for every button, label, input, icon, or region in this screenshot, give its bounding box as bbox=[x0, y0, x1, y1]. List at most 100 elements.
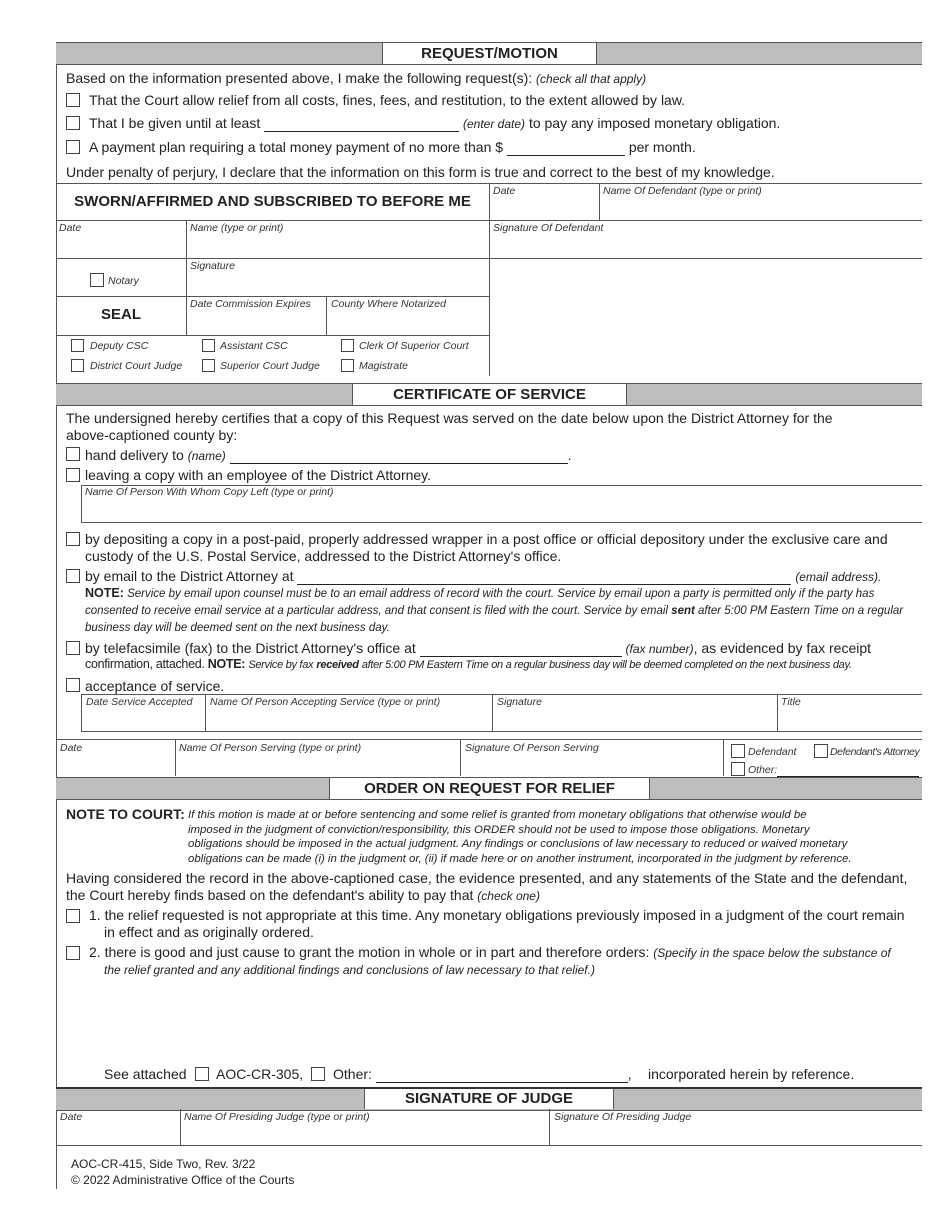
request-intro: Based on the information presented above… bbox=[66, 70, 646, 86]
checkbox-serving-defendant[interactable] bbox=[731, 744, 745, 758]
email-address-field[interactable] bbox=[297, 568, 792, 585]
checkbox-depositing[interactable] bbox=[66, 532, 80, 546]
relief-details-area[interactable] bbox=[104, 982, 914, 1062]
having-considered-line2: the Court hereby finds based on the defe… bbox=[66, 887, 540, 903]
judge-name-label: Name Of Presiding Judge (type or print) bbox=[184, 1111, 370, 1123]
divider bbox=[81, 694, 82, 731]
payment-plan-text: A payment plan requiring a total money p… bbox=[89, 139, 504, 155]
perjury-declaration: Under penalty of perjury, I declare that… bbox=[66, 164, 775, 180]
checkbox-payment-plan[interactable] bbox=[66, 140, 80, 154]
divider bbox=[81, 522, 922, 523]
checkbox-magistrate[interactable] bbox=[341, 359, 354, 372]
defendant-name-field[interactable] bbox=[600, 197, 920, 219]
email-row: by email to the District Attorney at (em… bbox=[85, 568, 881, 585]
checkbox-clerk-superior-court[interactable] bbox=[341, 339, 354, 352]
checkbox-attached-other[interactable] bbox=[311, 1067, 325, 1081]
hand-delivery-row: hand delivery to (name) . bbox=[85, 447, 572, 464]
option-2-hint: (Specify in the space below the substanc… bbox=[653, 946, 891, 960]
judge-name-field[interactable] bbox=[181, 1124, 548, 1144]
copy-left-label: Name Of Person With Whom Copy Left (type… bbox=[85, 486, 334, 498]
enter-date-field[interactable] bbox=[264, 115, 460, 132]
note-to-court-text: If this motion is made at or before sent… bbox=[188, 808, 852, 866]
incorporated-text: incorporated herein by reference. bbox=[648, 1066, 855, 1082]
serving-role-other: Other: bbox=[748, 764, 920, 777]
given-until-after-text: to pay any imposed monetary obligation. bbox=[528, 115, 781, 131]
checkbox-deputy-csc[interactable] bbox=[71, 339, 84, 352]
monthly-amount-field[interactable] bbox=[506, 139, 625, 156]
judge-signature-field[interactable] bbox=[550, 1124, 920, 1144]
checkbox-district-court-judge[interactable] bbox=[71, 359, 84, 372]
checkbox-serving-defendants-attorney[interactable] bbox=[814, 744, 828, 758]
option-2-text: 2. there is good and just cause to grant… bbox=[89, 944, 650, 960]
checkbox-hand-delivery[interactable] bbox=[66, 447, 80, 461]
divider bbox=[460, 739, 461, 776]
aoc-cr-305-label: AOC-CR-305, bbox=[216, 1066, 304, 1082]
note-line: obligations can be made (i) in the judgm… bbox=[188, 852, 852, 865]
divider bbox=[81, 694, 922, 695]
checkbox-given-until-date[interactable] bbox=[66, 116, 80, 130]
accept-date-label: Date Service Accepted bbox=[86, 696, 193, 708]
defendant-signature-field[interactable] bbox=[490, 236, 920, 258]
divider bbox=[56, 739, 922, 740]
leaving-copy-text: leaving a copy with an employee of the D… bbox=[85, 467, 432, 483]
checkbox-relief-all-costs[interactable] bbox=[66, 93, 80, 107]
checkbox-assistant-csc[interactable] bbox=[202, 339, 215, 352]
order-option-2-line1: 2. there is good and just cause to grant… bbox=[89, 944, 891, 960]
serving-other-label: Other: bbox=[748, 764, 778, 776]
fax-note-text-2: after 5:00 PM Eastern Time on a regular … bbox=[361, 659, 852, 671]
role-magistrate: Magistrate bbox=[359, 360, 409, 372]
given-until-text: That I be given until at least bbox=[89, 115, 261, 131]
sworn-date-label: Date bbox=[59, 222, 82, 234]
defendant-date-label: Date bbox=[493, 185, 516, 197]
sworn-title: SWORN/AFFIRMED AND SUBSCRIBED TO BEFORE … bbox=[74, 193, 471, 210]
divider bbox=[492, 694, 493, 731]
divider bbox=[56, 258, 922, 259]
note-to-court-label: NOTE TO COURT: bbox=[66, 806, 185, 822]
commission-expires-label: Date Commission Expires bbox=[190, 298, 311, 310]
copyright: © 2022 Administrative Office of the Cour… bbox=[71, 1173, 295, 1187]
judge-title: SIGNATURE OF JUDGE bbox=[364, 1089, 614, 1109]
checkbox-order-option-1[interactable] bbox=[66, 909, 80, 923]
sworn-signature-label: Signature bbox=[190, 260, 235, 272]
defendant-signature-label: Signature Of Defendant bbox=[493, 222, 604, 234]
checkbox-leaving-copy[interactable] bbox=[66, 468, 80, 482]
email-hint: (email address). bbox=[795, 570, 882, 584]
serving-name-label: Name Of Person Serving (type or print) bbox=[179, 742, 362, 754]
see-attached-text: See attached bbox=[104, 1066, 187, 1082]
having-considered-line1: Having considered the record in the abov… bbox=[66, 870, 908, 886]
copy-left-name-field[interactable] bbox=[82, 500, 920, 521]
role-deputy-csc: Deputy CSC bbox=[90, 340, 149, 352]
request-motion-title: REQUEST/MOTION bbox=[382, 43, 597, 64]
defendant-name-label: Name Of Defendant (type or print) bbox=[603, 185, 762, 197]
hand-delivery-name-field[interactable] bbox=[229, 447, 568, 464]
fax-note-text: Service by fax bbox=[248, 659, 314, 671]
divider bbox=[175, 739, 176, 776]
checkbox-order-option-2[interactable] bbox=[66, 946, 80, 960]
divider bbox=[56, 335, 489, 336]
role-assistant-csc: Assistant CSC bbox=[220, 340, 288, 352]
checkbox-aoc-cr-305[interactable] bbox=[195, 1067, 209, 1081]
attached-other-field[interactable] bbox=[375, 1066, 628, 1083]
accept-title-label: Title bbox=[781, 696, 801, 708]
judge-date-label: Date bbox=[60, 1111, 83, 1123]
sworn-name-label: Name (type or print) bbox=[190, 222, 284, 234]
fax-number-field[interactable] bbox=[419, 640, 622, 657]
fax-hint: (fax number) bbox=[625, 642, 694, 656]
fax-text: by telefacsimile (fax) to the District A… bbox=[85, 640, 416, 656]
check-one-hint: (check one) bbox=[477, 889, 540, 903]
serving-other-field[interactable] bbox=[777, 764, 920, 777]
checkbox-acceptance[interactable] bbox=[66, 678, 80, 692]
defendant-date-field[interactable] bbox=[490, 197, 598, 219]
note-line: imposed in the judgment of conviction/re… bbox=[188, 823, 810, 836]
judge-date-field[interactable] bbox=[57, 1124, 179, 1144]
checkbox-fax[interactable] bbox=[66, 641, 80, 655]
checkbox-notary[interactable] bbox=[90, 273, 104, 287]
checkbox-serving-other[interactable] bbox=[731, 762, 745, 776]
having-line2-text: the Court hereby finds based on the defe… bbox=[66, 887, 474, 903]
hand-delivery-hint: (name) bbox=[187, 449, 226, 463]
checkbox-email[interactable] bbox=[66, 569, 80, 583]
order-option-1-line1: 1. the relief requested is not appropria… bbox=[89, 907, 905, 923]
role-superior-court-judge: Superior Court Judge bbox=[220, 360, 320, 372]
divider bbox=[326, 296, 327, 336]
checkbox-superior-court-judge[interactable] bbox=[202, 359, 215, 372]
